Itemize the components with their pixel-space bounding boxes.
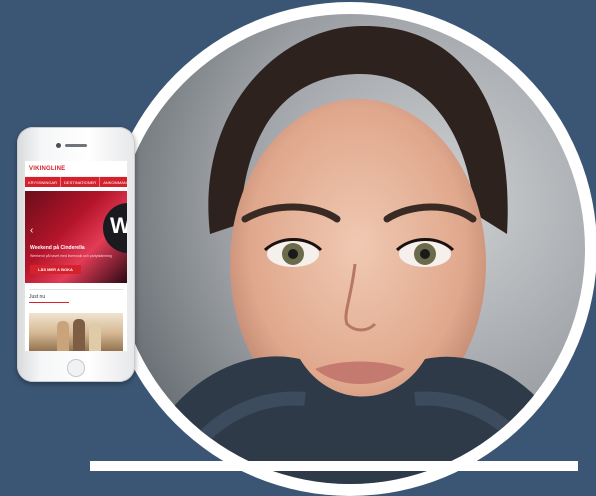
- bottom-white-strip: [90, 461, 578, 471]
- phone-mockup: VIKINGLINE KRYSSNINGAR DESTINATIONER ANK…: [17, 127, 135, 382]
- promo-thumbnail[interactable]: [29, 313, 123, 351]
- brand-logo[interactable]: VIKINGLINE: [29, 166, 65, 172]
- chevron-left-icon[interactable]: ‹: [30, 225, 33, 236]
- hero-title: Weekend på Cinderella: [30, 245, 85, 251]
- camera-icon: [56, 143, 61, 148]
- nav-tab-1[interactable]: KRYSSNINGAR: [25, 177, 62, 187]
- hero-text: Weekend på havet med livemusik och party…: [30, 254, 112, 258]
- phone-screen: VIKINGLINE KRYSSNINGAR DESTINATIONER ANK…: [25, 161, 127, 351]
- nav-tab-3[interactable]: ANKOMMANDE: [100, 177, 127, 187]
- app-header: VIKINGLINE: [25, 161, 127, 177]
- thumb-figure: [89, 323, 101, 351]
- speaker-grille: [65, 144, 87, 147]
- nav-tab-2[interactable]: DESTINATIONER: [61, 177, 101, 187]
- hero-banner[interactable]: W ‹ Weekend på Cinderella Weekend på hav…: [25, 191, 127, 283]
- hero-cta-button[interactable]: LÄS MER & BOKA: [30, 265, 81, 274]
- portrait-frame: [103, 2, 596, 496]
- section-label: Just nu: [29, 289, 123, 300]
- section-underline: [29, 302, 69, 303]
- thumb-figure: [73, 319, 85, 351]
- hero-big-letter: W: [110, 213, 127, 238]
- home-button[interactable]: [67, 359, 85, 377]
- thumb-figure: [57, 321, 69, 351]
- portrait-photo: [115, 14, 585, 484]
- app-nav: KRYSSNINGAR DESTINATIONER ANKOMMANDE: [25, 177, 127, 187]
